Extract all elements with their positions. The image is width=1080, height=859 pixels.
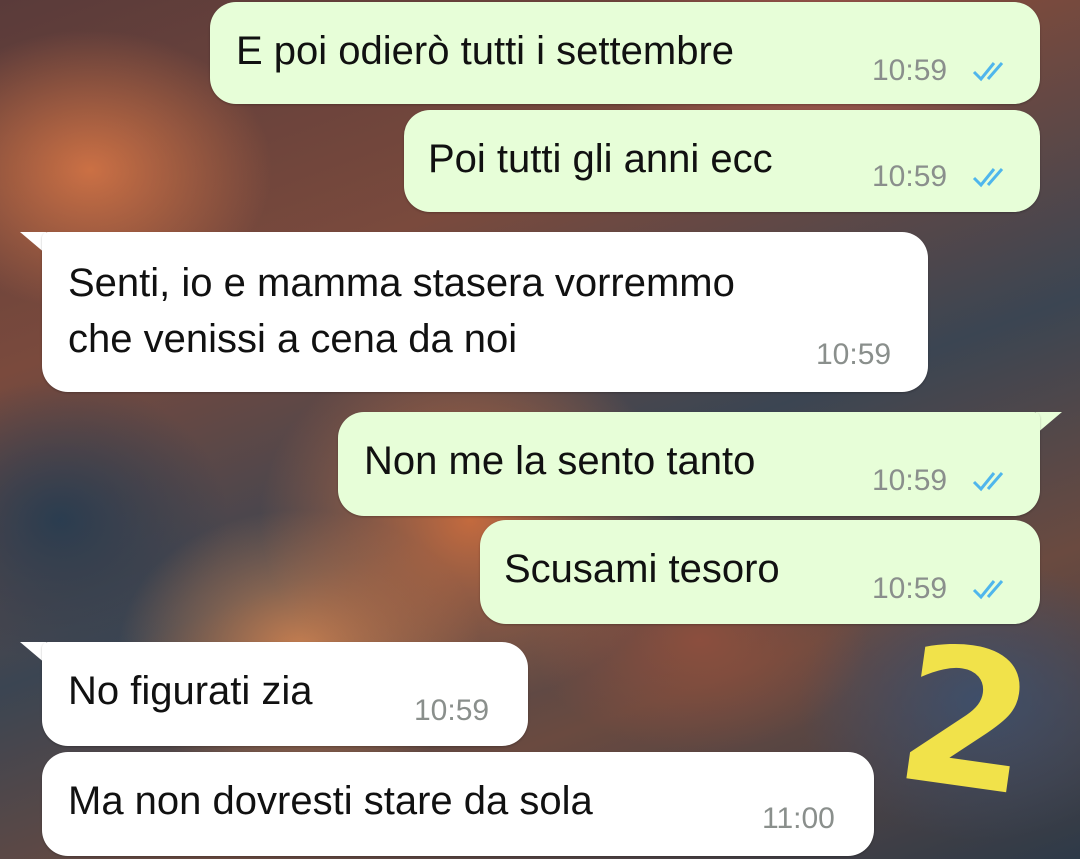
message-time: 10:59: [414, 694, 490, 727]
message-bubble-incoming[interactable]: No figurati zia 10:59: [42, 642, 528, 746]
message-bubble-outgoing[interactable]: Non me la sento tanto 10:59: [338, 412, 1040, 516]
handwritten-annotation-number: 2: [885, 601, 1047, 840]
message-time: 11:00: [762, 802, 835, 835]
message-text: Poi tutti gli anni ecc: [428, 137, 773, 181]
double-check-icon: [972, 472, 1004, 492]
message-bubble-outgoing[interactable]: Poi tutti gli anni ecc 10:59: [404, 110, 1040, 212]
message-time: 10:59: [872, 464, 948, 497]
double-check-icon: [972, 168, 1004, 188]
message-text: Ma non dovresti stare da sola: [68, 779, 593, 823]
message-text-line: che venissi a cena da noi: [68, 317, 518, 361]
message-bubble-incoming[interactable]: Ma non dovresti stare da sola 11:00: [42, 752, 874, 856]
message-text: E poi odierò tutti i settembre: [236, 29, 735, 73]
message-text-line: Senti, io e mamma stasera vorremmo: [68, 261, 735, 305]
message-time: 10:59: [872, 572, 948, 605]
double-check-icon: [972, 62, 1004, 82]
message-text: Scusami tesoro: [504, 547, 780, 591]
message-time: 10:59: [816, 338, 892, 371]
message-text: Non me la sento tanto: [364, 439, 756, 483]
double-check-icon: [972, 580, 1004, 600]
message-text: No figurati zia: [68, 669, 313, 713]
message-time: 10:59: [872, 160, 948, 193]
message-bubble-incoming[interactable]: Senti, io e mamma stasera vorremmo che v…: [42, 232, 928, 392]
message-time: 10:59: [872, 54, 948, 87]
message-bubble-outgoing[interactable]: E poi odierò tutti i settembre 10:59: [210, 2, 1040, 104]
